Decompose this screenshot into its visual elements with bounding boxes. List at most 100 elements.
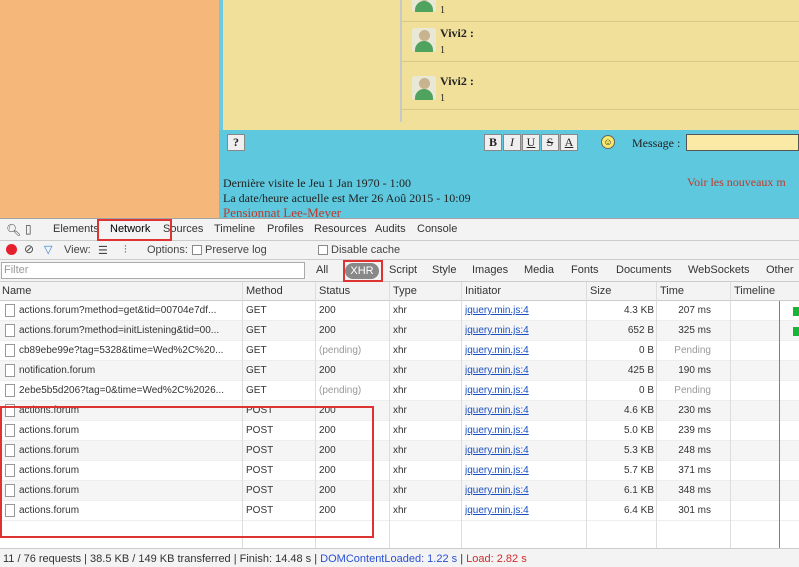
- highlight-box-xhr: [343, 260, 383, 282]
- filter-type-style[interactable]: Style: [432, 264, 456, 276]
- status-separator: |: [460, 553, 464, 565]
- devtools-panel: 🔍︎ ▯ Elements Network Sources Timeline P…: [0, 218, 799, 567]
- request-size: 4.6 KB: [623, 405, 654, 416]
- preserve-log-checkbox[interactable]: [192, 245, 202, 255]
- disable-cache-label: Disable cache: [331, 244, 401, 256]
- column-divider: [730, 282, 731, 548]
- request-status: (pending): [319, 385, 362, 396]
- italic-button[interactable]: I: [503, 134, 521, 151]
- request-initiator-link[interactable]: jquery.min.js:4: [465, 385, 529, 396]
- request-size: 652 B: [627, 325, 654, 336]
- avatar: [412, 76, 436, 100]
- tab-audits[interactable]: Audits: [375, 223, 406, 235]
- device-mode-icon[interactable]: ▯: [25, 222, 32, 236]
- request-time: Pending: [674, 385, 711, 396]
- request-initiator-link[interactable]: jquery.min.js:4: [465, 425, 529, 436]
- request-initiator-link[interactable]: jquery.min.js:4: [465, 405, 529, 416]
- col-time[interactable]: Time: [660, 285, 684, 297]
- request-name[interactable]: cb89ebe99e?tag=5328&time=Wed%2C%20...: [19, 345, 241, 356]
- tab-console[interactable]: Console: [417, 223, 457, 235]
- status-summary: 11 / 76 requests | 38.5 KB / 149 KB tran…: [3, 553, 527, 565]
- network-table-header: Name Method Status Type Initiator Size T…: [0, 282, 799, 301]
- table-row[interactable]: 2ebe5b5d206?tag=0&time=Wed%2C%2026... GET…: [0, 381, 799, 401]
- disable-cache-checkbox[interactable]: [318, 245, 328, 255]
- request-size: 6.4 KB: [623, 505, 654, 516]
- request-time: 190 ms: [678, 365, 711, 376]
- table-row[interactable]: actions.forum?method=get&tid=00704e7df..…: [0, 301, 799, 321]
- strike-button[interactable]: S: [541, 134, 559, 151]
- col-method[interactable]: Method: [246, 285, 283, 297]
- clear-icon[interactable]: ⊘: [24, 242, 34, 256]
- table-row[interactable]: actions.forum?method=initListening&tid=0…: [0, 321, 799, 341]
- request-size: 5.7 KB: [623, 465, 654, 476]
- chat-toolbar: ? B I U S A ☺ Message :: [219, 130, 799, 156]
- message-input[interactable]: [686, 134, 799, 151]
- large-rows-icon[interactable]: ☰: [98, 244, 108, 257]
- table-row[interactable]: cb89ebe99e?tag=5328&time=Wed%2C%20... GET…: [0, 341, 799, 361]
- request-type: xhr: [393, 405, 407, 416]
- col-size[interactable]: Size: [590, 285, 611, 297]
- color-button[interactable]: A: [560, 134, 578, 151]
- filter-type-all[interactable]: All: [316, 264, 328, 276]
- filter-input[interactable]: Filter: [1, 262, 305, 279]
- file-icon: [5, 324, 15, 337]
- request-name[interactable]: actions.forum?method=initListening&tid=0…: [19, 325, 241, 336]
- col-timeline[interactable]: Timeline: [734, 285, 775, 297]
- filter-type-images[interactable]: Images: [472, 264, 508, 276]
- request-initiator-link[interactable]: jquery.min.js:4: [465, 485, 529, 496]
- tab-timeline[interactable]: Timeline: [214, 223, 255, 235]
- file-icon: [5, 384, 15, 397]
- request-size: 0 B: [638, 345, 654, 356]
- request-status: (pending): [319, 345, 362, 356]
- request-initiator-link[interactable]: jquery.min.js:4: [465, 445, 529, 456]
- request-initiator-link[interactable]: jquery.min.js:4: [465, 465, 529, 476]
- request-name[interactable]: 2ebe5b5d206?tag=0&time=Wed%2C%2026...: [19, 385, 241, 396]
- filter-type-websockets[interactable]: WebSockets: [688, 264, 750, 276]
- filter-type-fonts[interactable]: Fonts: [571, 264, 599, 276]
- page-left-column: [0, 0, 219, 218]
- col-type[interactable]: Type: [393, 285, 417, 297]
- overview-icon[interactable]: ⫶: [124, 244, 127, 257]
- record-icon[interactable]: [6, 244, 17, 255]
- request-time: 301 ms: [678, 505, 711, 516]
- filter-icon[interactable]: ▽: [44, 243, 52, 256]
- request-initiator-link[interactable]: jquery.min.js:4: [465, 505, 529, 516]
- new-messages-link[interactable]: Voir les nouveaux m: [687, 175, 786, 190]
- filter-type-documents[interactable]: Documents: [616, 264, 672, 276]
- tab-profiles[interactable]: Profiles: [267, 223, 304, 235]
- request-time: 248 ms: [678, 445, 711, 456]
- chat-message: Vivi2 : 1: [402, 22, 799, 62]
- request-time: 348 ms: [678, 485, 711, 496]
- request-type: xhr: [393, 425, 407, 436]
- request-status: 200: [319, 325, 336, 336]
- request-type: xhr: [393, 465, 407, 476]
- request-name[interactable]: notification.forum: [19, 365, 241, 376]
- avatar: [412, 28, 436, 52]
- col-initiator[interactable]: Initiator: [465, 285, 501, 297]
- col-name[interactable]: Name: [2, 285, 31, 297]
- file-icon: [5, 364, 15, 377]
- chat-message: Vivi2 : 1: [402, 70, 799, 110]
- tab-elements[interactable]: Elements: [53, 223, 99, 235]
- filter-type-media[interactable]: Media: [524, 264, 554, 276]
- filter-type-other[interactable]: Other: [766, 264, 794, 276]
- request-initiator-link[interactable]: jquery.min.js:4: [465, 365, 529, 376]
- request-initiator-link[interactable]: jquery.min.js:4: [465, 345, 529, 356]
- column-divider: [389, 282, 390, 548]
- underline-button[interactable]: U: [522, 134, 540, 151]
- tab-resources[interactable]: Resources: [314, 223, 367, 235]
- filter-type-script[interactable]: Script: [389, 264, 417, 276]
- forum-name[interactable]: Pensionnat Lee-Meyer: [223, 205, 341, 218]
- inspect-icon[interactable]: 🔍︎: [6, 223, 21, 237]
- table-row[interactable]: notification.forum GET 200 xhr jquery.min.js…: [0, 361, 799, 381]
- timeline-bar: [793, 327, 799, 336]
- bold-button[interactable]: B: [484, 134, 502, 151]
- request-initiator-link[interactable]: jquery.min.js:4: [465, 325, 529, 336]
- highlight-box-network-tab: [97, 219, 172, 241]
- request-initiator-link[interactable]: jquery.min.js:4: [465, 305, 529, 316]
- help-button[interactable]: ?: [227, 134, 245, 151]
- request-name[interactable]: actions.forum?method=get&tid=00704e7df..…: [19, 305, 241, 316]
- smiley-icon[interactable]: ☺: [601, 135, 615, 149]
- request-method: GET: [246, 385, 267, 396]
- col-status[interactable]: Status: [319, 285, 350, 297]
